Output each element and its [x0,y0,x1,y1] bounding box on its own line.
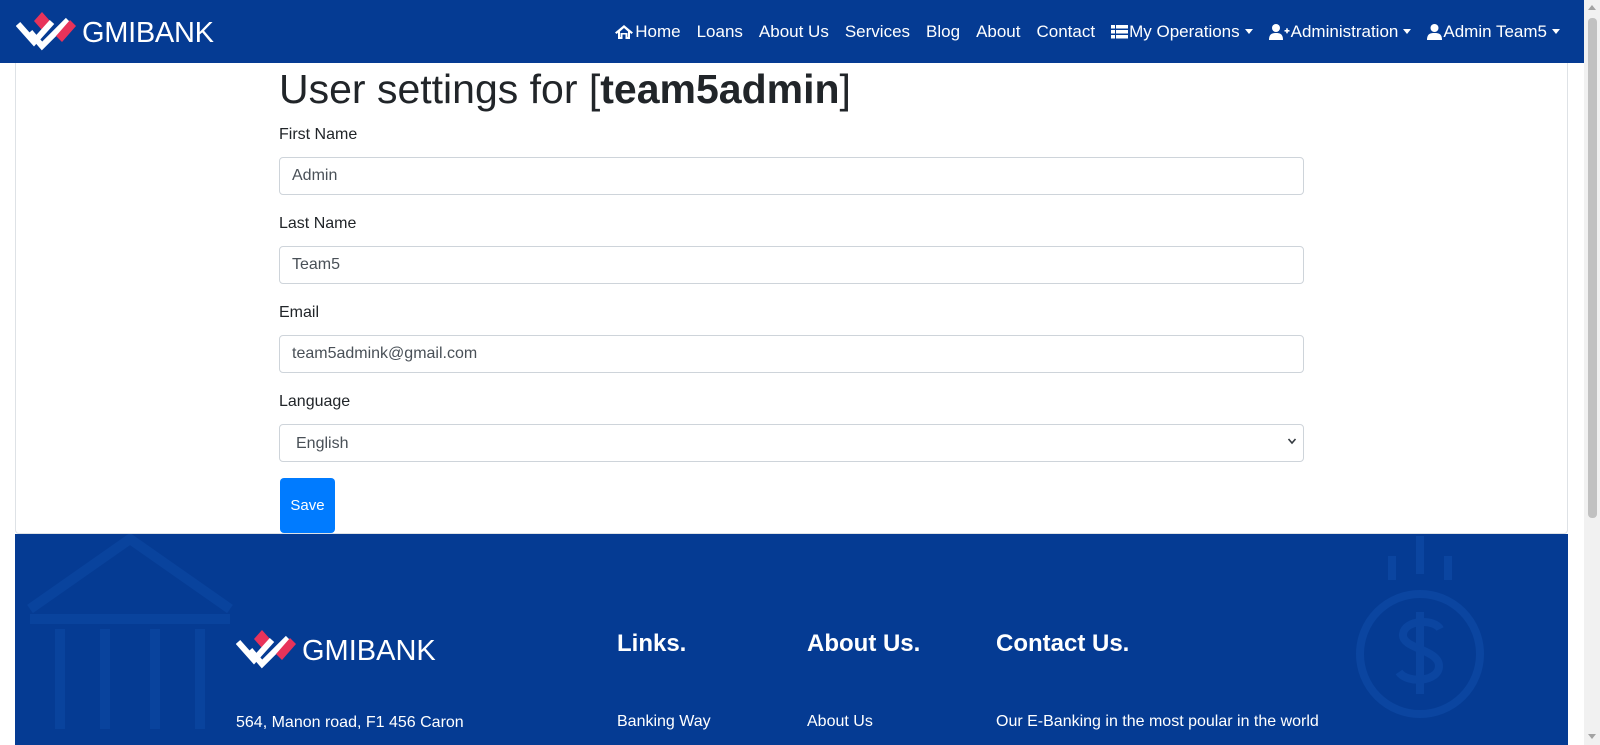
brand-link[interactable]: GMIBANK [16,12,214,54]
scroll-down-arrow-icon[interactable] [1588,734,1596,739]
gmibank-logo-icon [16,12,76,51]
main-nav: Home Loans About Us Services Blog About … [598,0,1560,63]
list-icon [1111,24,1129,38]
last-name-label: Last Name [279,215,357,232]
nav-my-operations[interactable]: My Operations [1111,22,1253,42]
bank-building-icon [27,534,233,729]
scrollbar-thumb[interactable] [1588,18,1597,518]
first-name-field[interactable] [279,157,1304,195]
brand-name: GMIBANK [82,16,214,49]
page-title-username: team5admin [600,66,840,112]
nav-about-us[interactable]: About Us [759,22,829,42]
footer-address: 564, Manon road, F1 456 Caron [236,714,464,731]
money-coin-icon [1356,536,1484,718]
nav-about[interactable]: About [976,22,1020,42]
top-navbar: GMIBANK Home Loans About Us Services Blo… [0,0,1584,63]
language-label: Language [279,393,351,410]
settings-card [15,63,1568,534]
email-field[interactable] [279,335,1304,373]
email-label: Email [279,304,320,321]
footer: GMIBANK 564, Manon road, F1 456 Caron Li… [15,534,1568,745]
nav-home-label: Home [635,21,681,41]
footer-brand[interactable]: GMIBANK [236,630,436,672]
nav-administration-label: Administration [1290,21,1399,41]
footer-link-banking-way[interactable]: Banking Way [617,713,711,731]
page-title-prefix: User settings for [ [279,66,601,112]
footer-about-heading: About Us. [807,630,921,657]
footer-brand-name: GMIBANK [302,634,436,667]
gmibank-logo-icon [236,630,296,669]
last-name-field[interactable] [279,246,1304,284]
nav-account-label: Admin Team5 [1443,21,1547,41]
nav-services[interactable]: Services [845,22,910,42]
save-button[interactable]: Save [280,478,335,533]
language-select[interactable]: English [279,424,1304,462]
footer-links-heading: Links. [617,630,687,657]
nav-blog[interactable]: Blog [926,22,960,42]
chevron-down-icon [1244,29,1253,34]
user-icon [1427,23,1443,40]
page-title-suffix: ] [839,66,851,112]
footer-contact-heading: Contact Us. [996,630,1130,657]
home-icon [615,24,634,39]
nav-account[interactable]: Admin Team5 [1427,22,1560,42]
chevron-down-icon [1552,29,1560,34]
chevron-down-icon [1403,29,1412,34]
page-title: User settings for [team5admin] [279,64,851,114]
user-plus-icon [1268,23,1290,40]
footer-contact-text: Our E-Banking in the most poular in the … [996,713,1319,730]
nav-my-operations-label: My Operations [1129,21,1240,41]
chevron-down-icon [1287,438,1297,445]
nav-administration[interactable]: Administration [1268,21,1412,42]
nav-contact[interactable]: Contact [1037,22,1096,42]
nav-home[interactable]: Home [614,21,681,42]
footer-link-about-us[interactable]: About Us [807,713,873,731]
nav-loans[interactable]: Loans [697,22,743,42]
page-scrollbar[interactable] [1584,0,1600,745]
first-name-label: First Name [279,126,358,143]
scroll-up-arrow-icon[interactable] [1588,5,1596,10]
